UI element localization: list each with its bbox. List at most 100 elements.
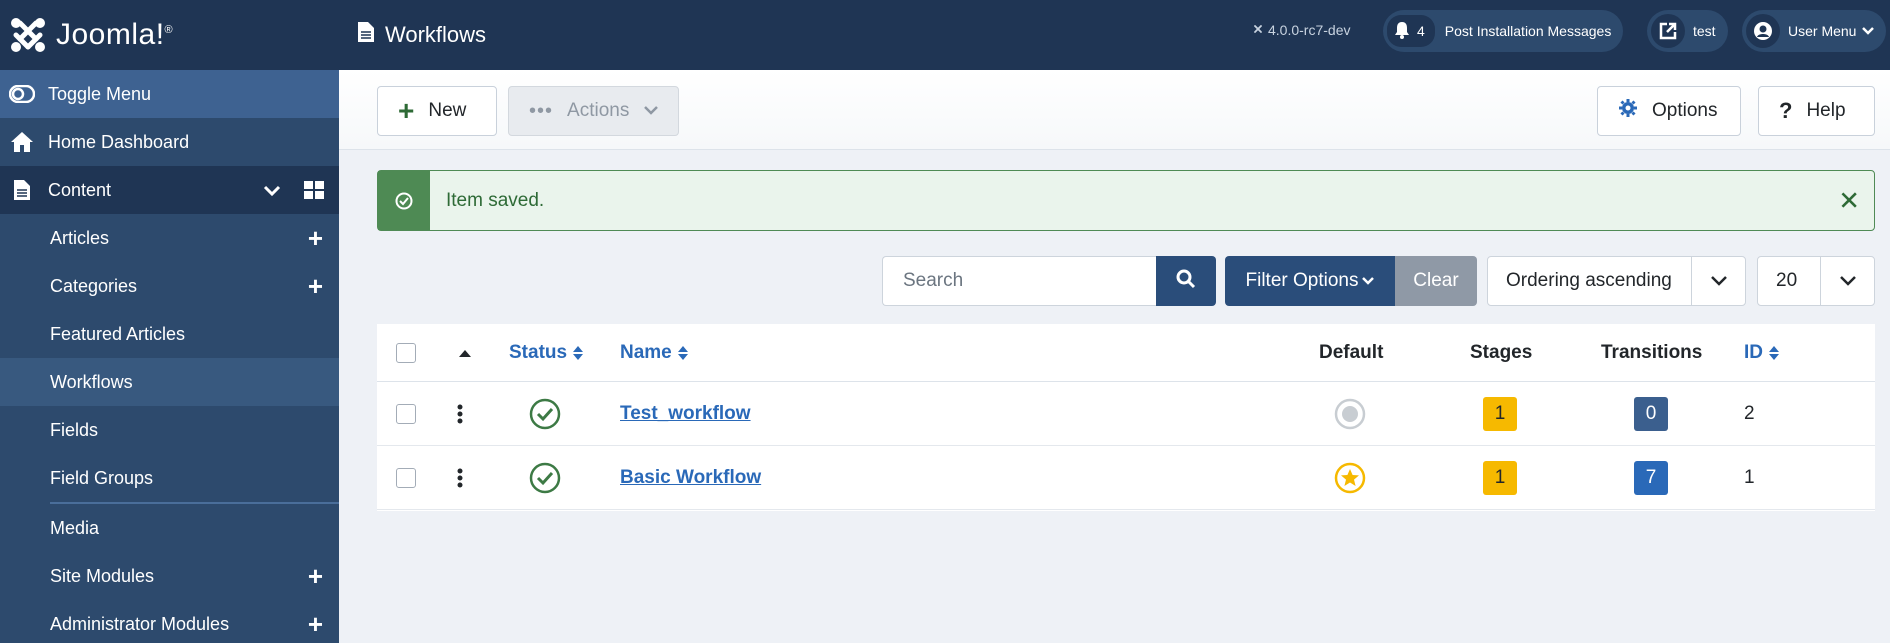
clear-button[interactable]: Clear xyxy=(1395,256,1477,306)
sidebar-item-fields[interactable]: Fields xyxy=(0,406,339,454)
toggle-menu-label: Toggle Menu xyxy=(48,83,152,104)
sidebar-item-categories[interactable]: Categories + xyxy=(0,262,339,310)
sidebar-item-administrator-modules[interactable]: Administrator Modules + xyxy=(0,600,339,643)
name-header-label: Name xyxy=(620,341,672,363)
sidebar-item-label: Fields xyxy=(50,419,99,440)
sidebar-item-media[interactable]: Media xyxy=(0,504,339,552)
add-site-module-icon[interactable]: + xyxy=(308,563,323,589)
file-icon xyxy=(357,21,375,49)
row-checkbox[interactable] xyxy=(396,467,416,488)
stages-count-badge[interactable]: 1 xyxy=(1483,396,1517,431)
page-title-text: Workflows xyxy=(385,22,487,47)
chevron-down-icon xyxy=(643,100,659,122)
filter-options-label: Filter Options xyxy=(1245,270,1359,291)
sort-icon xyxy=(677,345,688,360)
new-button-label: New xyxy=(428,100,467,121)
chevron-down-icon[interactable] xyxy=(262,180,282,205)
default-off-icon[interactable] xyxy=(1334,398,1366,430)
sort-icon xyxy=(1769,345,1779,360)
user-icon xyxy=(1746,14,1780,48)
chevron-down-icon xyxy=(1820,257,1874,305)
sidebar-item-home-dashboard[interactable]: Home Dashboard xyxy=(0,118,339,166)
alert-message: Item saved. xyxy=(446,189,545,211)
user-menu-label: User Menu xyxy=(1788,23,1857,39)
id-header-label: ID xyxy=(1744,341,1763,363)
help-label: Help xyxy=(1806,100,1846,121)
sidebar-item-site-modules[interactable]: Site Modules + xyxy=(0,552,339,600)
list-limit-value: 20 xyxy=(1776,270,1798,291)
success-alert: Item saved. ✕ xyxy=(377,170,1875,231)
status-column-header[interactable]: Status xyxy=(509,341,584,364)
post-installation-messages-button[interactable]: 4 Post Installation Messages xyxy=(1383,10,1624,52)
sidebar-item-featured-articles[interactable]: Featured Articles xyxy=(0,310,339,358)
gear-icon xyxy=(1618,98,1638,124)
dashboard-grid-icon[interactable] xyxy=(304,181,324,204)
name-column-header[interactable]: Name xyxy=(620,342,688,364)
post-installation-label: Post Installation Messages xyxy=(1444,23,1612,39)
workflow-name-link[interactable]: Basic Workflow xyxy=(620,467,761,489)
table-row: Basic Workflow 1 7 1 xyxy=(377,446,1875,510)
actions-dropdown[interactable]: ••• Actions xyxy=(508,86,679,136)
select-all-checkbox[interactable] xyxy=(396,342,416,363)
list-limit-select[interactable]: 20 xyxy=(1757,256,1875,306)
user-menu-button[interactable]: User Menu xyxy=(1742,10,1887,52)
ordering-select[interactable]: Ordering ascending xyxy=(1487,256,1746,306)
stages-count-badge[interactable]: 1 xyxy=(1483,460,1517,495)
page-title: Workflows xyxy=(357,21,486,49)
sidebar-item-label: Featured Articles xyxy=(50,323,186,344)
top-header: Workflows 4.0.0-rc7-dev 4 Post Installat… xyxy=(339,0,1890,70)
sidebar-item-workflows[interactable]: Workflows xyxy=(0,358,339,406)
chevron-down-icon xyxy=(1362,270,1375,292)
transitions-column-header: Transitions xyxy=(1601,341,1703,363)
published-status-icon[interactable] xyxy=(529,398,561,430)
question-icon: ? xyxy=(1779,98,1793,123)
joomla-logo-icon xyxy=(11,18,45,52)
search-icon xyxy=(1176,269,1196,294)
sidebar-item-content[interactable]: Content xyxy=(0,166,339,214)
home-icon xyxy=(8,128,36,156)
default-column-header: Default xyxy=(1319,341,1384,363)
add-admin-module-icon[interactable]: + xyxy=(308,611,323,637)
drag-handle-icon[interactable] xyxy=(457,404,463,424)
workflow-name-link[interactable]: Test_workflow xyxy=(620,403,751,425)
actions-label: Actions xyxy=(567,100,630,121)
bell-icon xyxy=(1393,21,1411,42)
transitions-count-badge[interactable]: 7 xyxy=(1634,460,1668,495)
id-column-header[interactable]: ID xyxy=(1744,342,1779,364)
default-star-icon[interactable] xyxy=(1334,462,1366,494)
table-row: Test_workflow 1 0 2 xyxy=(377,382,1875,446)
new-button[interactable]: + New xyxy=(377,86,497,136)
view-site-button[interactable]: test xyxy=(1647,10,1728,52)
ellipsis-icon: ••• xyxy=(529,99,554,122)
close-alert-button[interactable]: ✕ xyxy=(1838,185,1860,216)
external-link-icon xyxy=(1651,14,1685,48)
options-button[interactable]: Options xyxy=(1597,86,1741,136)
stages-column-header: Stages xyxy=(1470,341,1533,363)
drag-handle-icon[interactable] xyxy=(457,468,463,488)
transitions-count-badge[interactable]: 0 xyxy=(1634,396,1668,431)
brand-name: Joomla!® xyxy=(56,18,174,51)
joomla-logo[interactable]: Joomla!® xyxy=(0,0,339,70)
toggle-menu-button[interactable]: Toggle Menu xyxy=(0,70,339,118)
add-category-icon[interactable]: + xyxy=(308,273,323,299)
sidebar-item-field-groups[interactable]: Field Groups xyxy=(0,454,339,502)
row-checkbox[interactable] xyxy=(396,403,416,424)
chevron-down-icon xyxy=(1862,23,1875,39)
row-id: 1 xyxy=(1744,466,1755,488)
search-button[interactable] xyxy=(1156,256,1216,306)
file-icon xyxy=(8,176,36,204)
check-circle-icon xyxy=(378,171,430,230)
sort-icon xyxy=(573,345,584,360)
published-status-icon[interactable] xyxy=(529,462,561,494)
workflows-table: Status Name Default Stages Transitions I… xyxy=(377,324,1875,511)
sidebar-item-articles[interactable]: Articles + xyxy=(0,214,339,262)
add-article-icon[interactable]: + xyxy=(308,225,323,251)
help-button[interactable]: ? Help xyxy=(1758,86,1875,136)
chevron-down-icon xyxy=(1691,257,1745,305)
filter-options-button[interactable]: Filter Options xyxy=(1225,256,1395,306)
ordering-sort-icon[interactable] xyxy=(459,349,471,357)
search-input[interactable]: Search xyxy=(882,256,1156,306)
version-text: 4.0.0-rc7-dev xyxy=(1268,22,1351,38)
notifications-count: 4 xyxy=(1417,23,1425,39)
status-header-label: Status xyxy=(509,341,568,363)
